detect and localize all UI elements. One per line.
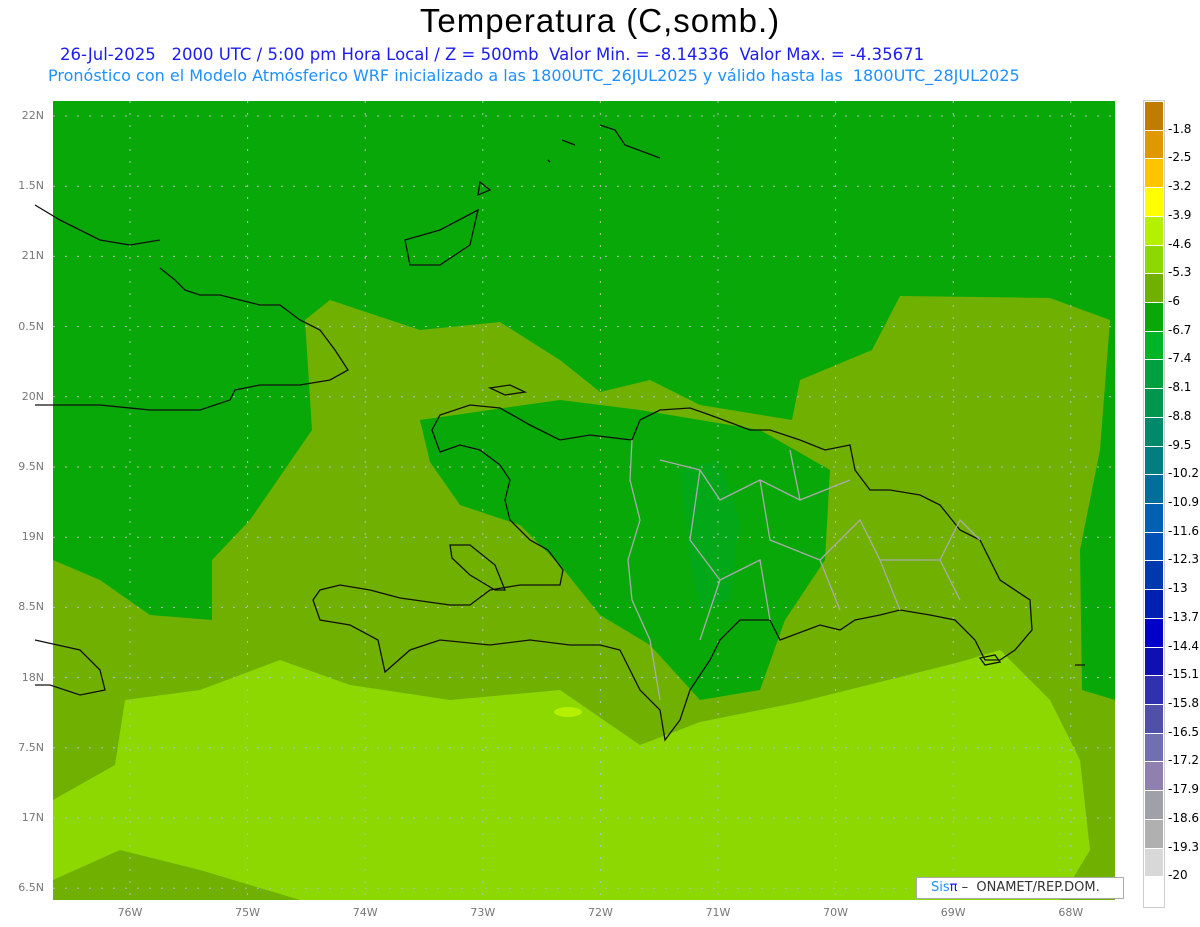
colorbar-swatch [1145, 188, 1163, 216]
colorbar-label: -8.1 [1168, 380, 1192, 395]
colorbar [1143, 100, 1165, 908]
colorbar-label: -3.9 [1168, 207, 1192, 222]
colorbar-swatch [1145, 819, 1163, 848]
credit-badge: Sisπ – ONAMET/REP.DOM. [916, 877, 1124, 899]
lon-label: 74W [352, 906, 378, 919]
colorbar-label: -18.6 [1168, 810, 1200, 825]
lat-label: 8.5N [18, 600, 44, 614]
lon-label: 76W [117, 906, 143, 919]
colorbar-swatch [1145, 676, 1163, 704]
lat-label: 9.5N [18, 460, 44, 473]
lat-label: 18N [21, 670, 44, 684]
lat-label: 17N [21, 811, 44, 824]
colorbar-swatch [1145, 130, 1163, 159]
lat-label: 20N [21, 389, 44, 403]
colorbar-label: -13.7 [1168, 609, 1200, 624]
colorbar-swatch [1145, 618, 1163, 647]
colorbar-label: -6 [1168, 294, 1180, 308]
map-warm-spot [554, 707, 582, 717]
lat-label: 21N [21, 249, 44, 263]
colorbar-label: -10.2 [1168, 466, 1200, 481]
colorbar-swatch [1145, 848, 1163, 877]
colorbar-swatch [1145, 532, 1163, 561]
credit-sis: Sis [931, 880, 950, 895]
colorbar-label: -15.8 [1168, 696, 1200, 710]
colorbar-swatch [1145, 159, 1163, 188]
colorbar-label: -16.5 [1168, 724, 1200, 739]
lon-label: 73W [470, 906, 496, 919]
colorbar-label: -11.6 [1168, 523, 1200, 538]
colorbar-swatch [1145, 303, 1163, 331]
colorbar-label: -5.3 [1168, 265, 1192, 280]
colorbar-swatch [1145, 417, 1163, 446]
colorbar-swatch [1145, 733, 1163, 762]
colorbar-swatch [1145, 561, 1163, 590]
lat-label: 6.5N [18, 881, 44, 895]
lat-label: 0.5N [18, 319, 44, 333]
lat-label: 19N [21, 530, 44, 544]
colorbar-swatch [1145, 762, 1163, 791]
colorbar-label: -4.6 [1168, 236, 1192, 251]
colorbar-label: -6.7 [1168, 322, 1192, 337]
colorbar-swatch [1145, 647, 1163, 676]
lat-label: 1.5N [18, 179, 44, 193]
colorbar-label: -12.3 [1168, 552, 1200, 567]
colorbar-label: -15.1 [1168, 667, 1200, 682]
colorbar-label: -9.5 [1168, 437, 1192, 452]
colorbar-label: -10.9 [1168, 495, 1200, 509]
colorbar-swatch [1145, 504, 1163, 532]
colorbar-swatch [1145, 475, 1163, 503]
colorbar-label: -3.2 [1168, 179, 1192, 194]
colorbar-swatch [1145, 877, 1163, 905]
lat-label: 7.5N [18, 740, 44, 754]
lon-label: 68W [1058, 906, 1084, 919]
colorbar-label: -2.5 [1168, 150, 1192, 165]
colorbar-swatch [1145, 705, 1163, 733]
colorbar-label: -13 [1168, 581, 1188, 596]
colorbar-swatch [1145, 446, 1163, 475]
lon-label: 72W [587, 906, 613, 919]
colorbar-swatch [1145, 791, 1163, 819]
temperature-map [34, 101, 1115, 900]
lon-label: 71W [705, 906, 731, 919]
colorbar-swatch [1145, 274, 1163, 302]
credit-org: – ONAMET/REP.DOM. [957, 880, 1100, 895]
colorbar-label: -1.8 [1168, 121, 1192, 136]
colorbar-label: -8.8 [1168, 408, 1192, 423]
lat-label: 22N [21, 109, 44, 122]
lon-label: 70W [823, 906, 849, 919]
lon-label: 75W [235, 906, 261, 919]
lon-label: 69W [940, 906, 966, 919]
colorbar-label: -17.2 [1168, 753, 1200, 768]
colorbar-label: -20 [1168, 868, 1188, 883]
colorbar-swatch [1145, 245, 1163, 274]
colorbar-label: -19.3 [1168, 839, 1200, 854]
colorbar-swatch [1145, 590, 1163, 618]
colorbar-swatch [1145, 102, 1163, 130]
colorbar-swatch [1145, 216, 1163, 245]
colorbar-swatch [1145, 331, 1163, 360]
colorbar-label: -7.4 [1168, 351, 1192, 366]
colorbar-label: -14.4 [1168, 638, 1200, 653]
colorbar-swatch [1145, 360, 1163, 389]
colorbar-label: -17.9 [1168, 782, 1200, 797]
colorbar-swatch [1145, 389, 1163, 417]
